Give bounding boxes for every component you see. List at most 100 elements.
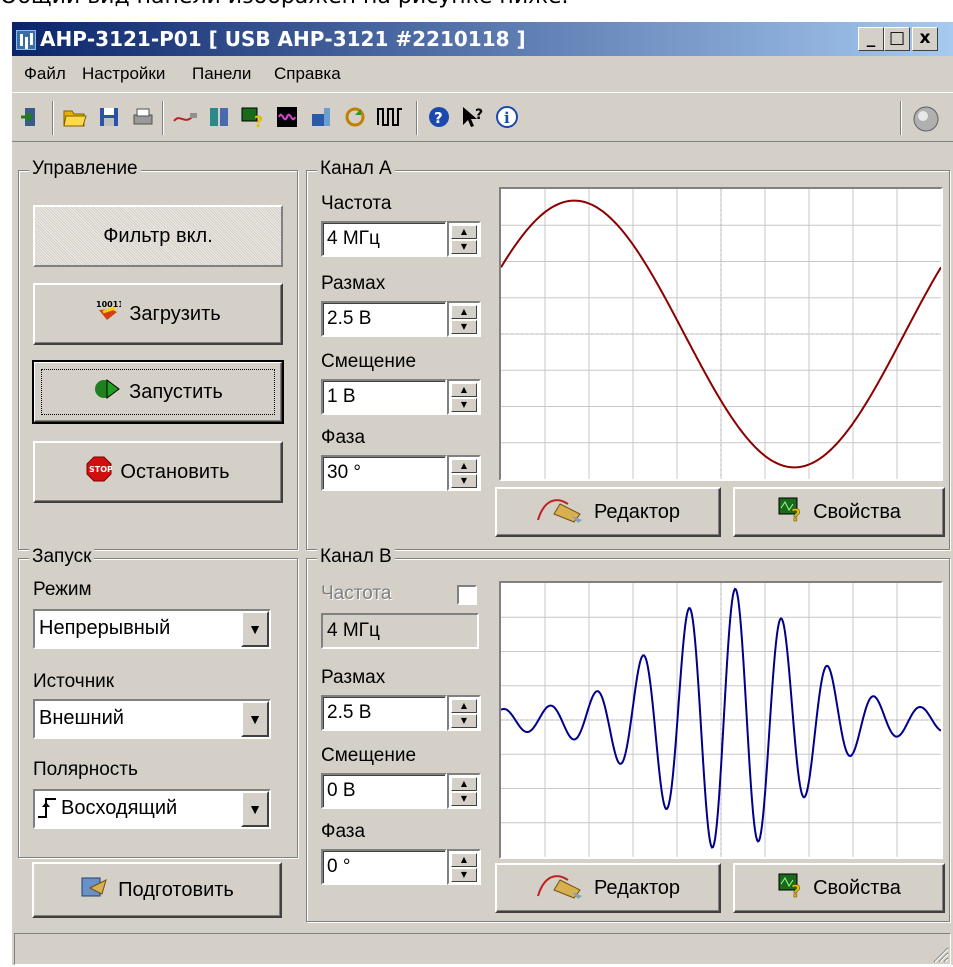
help-icon[interactable]: ? [426,105,452,131]
menu-panels[interactable]: Панели [192,64,251,84]
trigger-source-value: Внешний [39,707,124,729]
spin-buttons[interactable]: ▲ ▼ [447,221,481,257]
properties-icon: ? [777,872,805,904]
spin-up-icon[interactable]: ▲ [451,305,477,319]
prepare-button-label: Подготовить [118,878,234,901]
spin-down-icon[interactable]: ▼ [451,398,477,412]
page-caption: Общий вид панели изображен на рисунке ни… [0,0,568,9]
channel-b-waveform-svg [500,583,942,857]
channel-b-title: Канал В [317,546,395,568]
spin-down-icon[interactable]: ▼ [451,868,477,882]
chevron-down-icon[interactable]: ▼ [241,611,269,647]
spin-buttons[interactable]: ▲ ▼ [447,695,481,731]
chevron-down-icon[interactable]: ▼ [241,791,269,827]
chevron-down-icon[interactable]: ▼ [241,701,269,737]
pulse-icon[interactable] [376,105,402,131]
channel-b-properties-button[interactable]: ? Свойства [733,863,945,913]
channel-b-amplitude-spinner[interactable]: 2.5 В ▲ ▼ [321,695,481,731]
spin-buttons[interactable]: ▲ ▼ [447,301,481,337]
exit-icon[interactable] [18,105,44,131]
context-help-icon[interactable]: ? [460,105,486,131]
refresh-icon[interactable] [342,105,368,131]
minimize-button[interactable]: _ [858,27,884,51]
spin-up-icon[interactable]: ▲ [451,777,477,791]
spin-buttons[interactable]: ▲ ▼ [447,773,481,809]
title-bar[interactable]: АНР-3121-Р01 [ USB АНР-3121 #2210118 ] _… [12,22,953,56]
save-icon[interactable] [96,105,122,131]
spin-down-icon[interactable]: ▼ [451,714,477,728]
spin-buttons[interactable]: ▲ ▼ [447,849,481,885]
channel-a-properties-button[interactable]: ? Свойства [733,487,945,537]
spin-up-icon[interactable]: ▲ [451,853,477,867]
filter-button-label: Фильтр вкл. [103,224,213,247]
channel-a-editor-button[interactable]: Редактор [495,487,721,537]
channel-a-frequency-input[interactable]: 4 МГц [321,221,447,257]
menu-file[interactable]: Файл [24,64,66,84]
trigger-polarity-value: Восходящий [61,797,178,819]
channel-a-offset-input[interactable]: 1 В [321,379,447,415]
channel-b-phase-spinner[interactable]: 0 ° ▲ ▼ [321,849,481,885]
trigger-source-select[interactable]: Внешний ▼ [33,699,271,739]
trigger-polarity-select[interactable]: Восходящий ▼ [33,789,271,829]
toolbar-separator [52,101,54,135]
channel-a-amplitude-spinner[interactable]: 2.5 В ▲ ▼ [321,301,481,337]
spin-up-icon[interactable]: ▲ [451,459,477,473]
menu-help[interactable]: Справка [274,64,341,84]
spin-down-icon[interactable]: ▼ [451,474,477,488]
spin-up-icon[interactable]: ▲ [451,699,477,713]
channel-b-offset-spinner[interactable]: 0 В ▲ ▼ [321,773,481,809]
waveform-scope-icon[interactable] [274,105,300,131]
open-folder-icon[interactable] [62,105,88,131]
channel-a-phase-spinner[interactable]: 30 ° ▲ ▼ [321,455,481,491]
channel-b-editor-button[interactable]: Редактор [495,863,721,913]
prepare-button[interactable]: Подготовить [32,862,282,918]
trigger-polarity-label: Полярность [33,759,138,780]
spin-down-icon[interactable]: ▼ [451,792,477,806]
channel-a-frequency-spinner[interactable]: 4 МГц ▲ ▼ [321,221,481,257]
status-led-icon [912,105,939,132]
svg-text:?: ? [434,109,443,127]
spin-buttons[interactable]: ▲ ▼ [447,379,481,415]
spin-down-icon[interactable]: ▼ [451,240,477,254]
print-icon[interactable] [130,105,156,131]
channel-b-editor-label: Редактор [593,876,681,899]
channel-a-amplitude-input[interactable]: 2.5 В [321,301,447,337]
toolbar-separator [416,101,418,135]
resize-grip-icon[interactable] [931,945,949,963]
spin-buttons[interactable]: ▲ ▼ [447,455,481,491]
channel-b-amplitude-label: Размах [321,667,386,688]
svg-text:i: i [504,109,510,127]
trigger-mode-label: Режим [33,579,92,600]
channels-icon[interactable] [206,105,232,131]
start-icon [93,376,121,408]
spin-down-icon[interactable]: ▼ [451,320,477,334]
info-icon[interactable]: i [494,105,520,131]
maximize-button[interactable]: □ [884,27,910,51]
device-icon[interactable] [308,105,334,131]
help-module-icon[interactable]: ? [240,105,266,131]
status-bar [12,927,953,967]
load-button[interactable]: 10011 Загрузить [33,283,283,345]
stop-button[interactable]: STOP Остановить [33,441,283,503]
channel-b-offset-label: Смещение [321,745,417,766]
filter-toggle-button[interactable]: Фильтр вкл. [33,205,283,267]
close-button[interactable]: x [912,27,938,51]
channel-b-offset-input[interactable]: 0 В [321,773,447,809]
channel-b-group: Канал В Частота 4 МГц Размах 2.5 В ▲ ▼ См… [306,546,950,922]
spin-up-icon[interactable]: ▲ [451,383,477,397]
cable-icon[interactable] [172,105,198,131]
trigger-group-title: Запуск [29,546,95,568]
channel-b-frequency-checkbox[interactable] [457,585,477,605]
channel-b-amplitude-input[interactable]: 2.5 В [321,695,447,731]
channel-a-frequency-label: Частота [321,193,392,214]
channel-a-phase-input[interactable]: 30 ° [321,455,447,491]
trigger-mode-select[interactable]: Непрерывный ▼ [33,609,271,649]
spin-up-icon[interactable]: ▲ [451,225,477,239]
start-button[interactable]: Запустить [32,360,284,424]
channel-a-offset-spinner[interactable]: 1 В ▲ ▼ [321,379,481,415]
menu-settings[interactable]: Настройки [82,64,165,84]
channel-b-phase-input[interactable]: 0 ° [321,849,447,885]
channel-a-editor-label: Редактор [593,500,681,523]
svg-text:?: ? [791,882,801,898]
app-window: АНР-3121-Р01 [ USB АНР-3121 #2210118 ] _… [10,20,953,965]
